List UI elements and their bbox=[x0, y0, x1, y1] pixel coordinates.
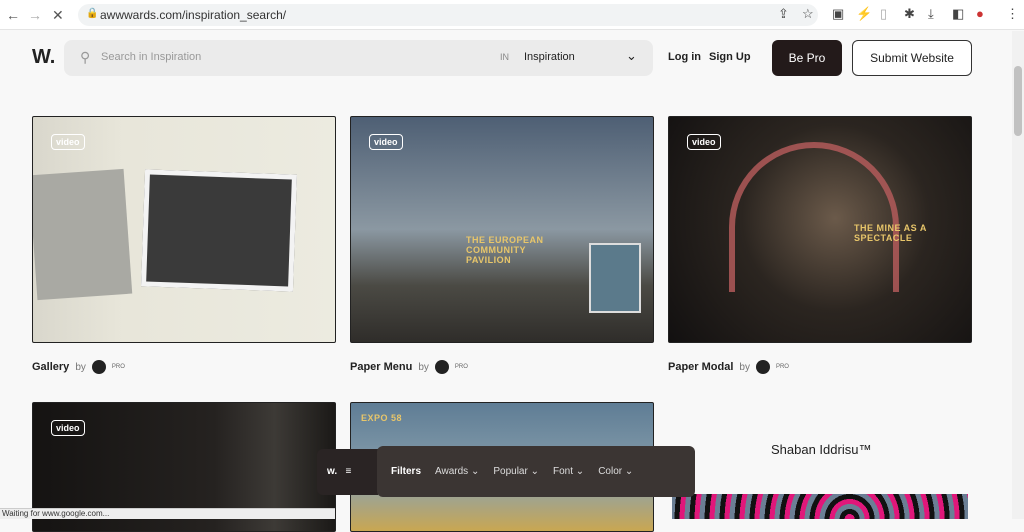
category-select[interactable]: Inspiration bbox=[524, 51, 575, 63]
card-caption: Paper Menu by PRO bbox=[350, 360, 468, 374]
search-icon: ⚲ bbox=[80, 49, 91, 65]
chevron-down-icon[interactable]: ⌄ bbox=[626, 48, 637, 64]
pro-badge: PRO bbox=[454, 364, 468, 370]
share-icon[interactable]: ⇪ bbox=[778, 6, 789, 22]
filter-font[interactable]: Font ⌄ bbox=[553, 466, 584, 477]
filter-label: Font bbox=[553, 466, 574, 477]
search-input[interactable]: ⚲ Search in Inspiration IN Inspiration ⌄ bbox=[64, 40, 653, 76]
card-paper-menu[interactable]: video THE EUROPEAN COMMUNITY PAVILION bbox=[350, 116, 654, 343]
filters-label[interactable]: Filters bbox=[391, 466, 421, 477]
by-label: by bbox=[418, 361, 429, 373]
pro-badge: PRO bbox=[111, 364, 125, 370]
scrollbar-thumb[interactable] bbox=[1014, 66, 1022, 136]
url-text: awwwards.com/inspiration_search/ bbox=[100, 8, 287, 22]
search-placeholder: Search in Inspiration bbox=[101, 51, 202, 63]
stop-icon[interactable]: ✕ bbox=[52, 7, 64, 24]
scrollbar[interactable] bbox=[1012, 31, 1024, 519]
chevron-down-icon: ⌄ bbox=[470, 466, 480, 477]
card-title[interactable]: Shaban Iddrisu™ bbox=[771, 442, 871, 457]
card-paper-modal[interactable]: video THE MINE AS A SPECTACLE bbox=[668, 116, 972, 343]
chevron-down-icon: ⌄ bbox=[624, 466, 634, 477]
card-gallery[interactable]: video bbox=[32, 116, 336, 343]
filter-awards[interactable]: Awards ⌄ bbox=[435, 466, 479, 477]
overlay-text: EXPO 58 bbox=[361, 413, 403, 423]
video-badge: video bbox=[369, 134, 403, 150]
card-image[interactable] bbox=[672, 494, 968, 519]
by-label: by bbox=[739, 361, 750, 373]
submit-website-button[interactable]: Submit Website bbox=[852, 40, 972, 76]
extension-icon[interactable]: ▣ bbox=[832, 6, 844, 22]
logo[interactable]: W. bbox=[32, 46, 55, 69]
chevron-down-icon: ⌄ bbox=[575, 466, 585, 477]
address-bar[interactable]: 🔒 awwwards.com/inspiration_search/ bbox=[78, 4, 818, 26]
pro-badge: PRO bbox=[775, 364, 789, 370]
filter-label: Color bbox=[598, 466, 623, 477]
video-badge: video bbox=[51, 134, 85, 150]
author-avatar[interactable] bbox=[434, 360, 449, 374]
card-caption: Paper Modal by PRO bbox=[668, 360, 789, 374]
card-title[interactable]: Gallery bbox=[32, 361, 69, 373]
by-label: by bbox=[75, 361, 86, 373]
card-title[interactable]: Paper Modal bbox=[668, 361, 733, 373]
card-title[interactable]: Paper Menu bbox=[350, 361, 412, 373]
hamburger-icon[interactable]: ≡ bbox=[346, 466, 352, 477]
menu-icon[interactable]: ⋮ bbox=[1006, 6, 1019, 22]
lock-icon: 🔒 bbox=[86, 8, 99, 19]
photo bbox=[33, 168, 133, 301]
avatar[interactable]: ● bbox=[976, 6, 984, 21]
in-label: IN bbox=[500, 52, 509, 62]
author-avatar[interactable] bbox=[755, 360, 770, 374]
extension-icon[interactable]: ⚡ bbox=[856, 6, 872, 22]
puzzle-icon[interactable]: ✱ bbox=[904, 6, 915, 22]
photo bbox=[141, 169, 297, 292]
overlay-text: THE MINE AS A SPECTACLE bbox=[854, 223, 927, 243]
login-link[interactable]: Log in bbox=[668, 51, 701, 63]
forward-icon[interactable]: → bbox=[28, 7, 42, 23]
video-badge: video bbox=[51, 420, 85, 436]
card-caption: Gallery by PRO bbox=[32, 360, 125, 374]
download-icon[interactable]: ⤓ bbox=[928, 6, 934, 22]
author-avatar[interactable] bbox=[91, 360, 106, 374]
portrait bbox=[589, 243, 641, 313]
back-icon[interactable]: ← bbox=[6, 7, 20, 23]
filter-bar: Filters Awards ⌄ Popular ⌄ Font ⌄ Color … bbox=[377, 446, 695, 497]
filterbar-logo[interactable]: w. bbox=[327, 466, 337, 477]
filter-popular[interactable]: Popular ⌄ bbox=[493, 466, 539, 477]
filter-color[interactable]: Color ⌄ bbox=[598, 466, 633, 477]
browser-toolbar: ← → ✕ 🔒 awwwards.com/inspiration_search/ … bbox=[0, 0, 1024, 30]
signup-link[interactable]: Sign Up bbox=[709, 51, 751, 63]
video-badge: video bbox=[687, 134, 721, 150]
sidepanel-icon[interactable]: ◧ bbox=[952, 6, 964, 22]
overlay-text: THE EUROPEAN COMMUNITY PAVILION bbox=[466, 235, 544, 265]
filter-label: Popular bbox=[493, 466, 528, 477]
filter-label: Awards bbox=[435, 466, 469, 477]
tunnel-arch bbox=[729, 142, 899, 292]
extension-icon[interactable]: ▯ bbox=[880, 6, 887, 22]
star-icon[interactable]: ☆ bbox=[802, 6, 814, 22]
chevron-down-icon: ⌄ bbox=[530, 466, 539, 477]
status-bar: Waiting for www.google.com... bbox=[0, 508, 335, 519]
be-pro-button[interactable]: Be Pro bbox=[772, 40, 842, 76]
filterbar-menu[interactable]: w. ≡ bbox=[317, 449, 378, 495]
